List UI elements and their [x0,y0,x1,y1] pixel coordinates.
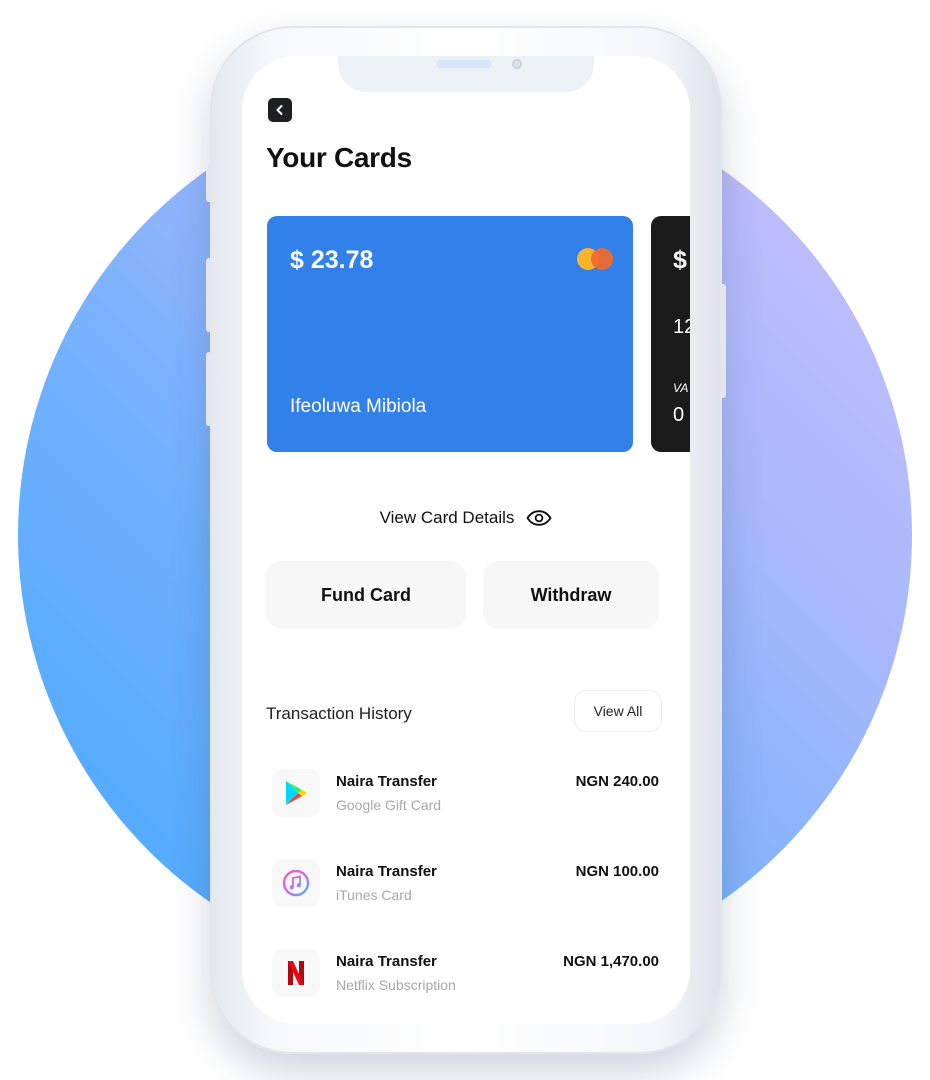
transaction-subtitle: Netflix Subscription [336,977,456,993]
transaction-subtitle: iTunes Card [336,887,412,903]
notch [338,56,594,92]
page-title: Your Cards [266,142,412,173]
card-balance: $ 23.78 [290,246,374,274]
card-secondary[interactable]: $ 12 VA 0 [651,216,690,452]
phone-frame: Your Cards $ 23.78 Ifeoluwa Mibiola $ 12… [206,26,726,1054]
card-valid-value: 0 [673,404,685,426]
volume-up-button [206,258,212,332]
card-number: 12 [673,316,690,338]
card-holder-name: Ifeoluwa Mibiola [290,396,427,417]
app-screen: Your Cards $ 23.78 Ifeoluwa Mibiola $ 12… [242,56,690,1024]
view-all-button[interactable]: View All [574,690,662,732]
fund-card-button[interactable]: Fund Card [266,561,466,629]
transaction-row[interactable]: Naira Transfer Google Gift Card NGN 240.… [272,769,662,819]
transaction-name: Naira Transfer [336,863,437,880]
transaction-amount: NGN 1,470.00 [563,953,659,970]
front-camera [512,59,522,69]
withdraw-button[interactable]: Withdraw [483,561,659,629]
view-card-details-label: View Card Details [379,508,515,527]
transaction-amount: NGN 100.00 [575,863,659,880]
volume-down-button [206,352,212,426]
eye-icon [526,510,552,526]
transaction-name: Naira Transfer [336,953,437,970]
google-play-icon [272,769,320,817]
transaction-name: Naira Transfer [336,773,437,790]
back-button[interactable] [268,98,292,122]
transaction-subtitle: Google Gift Card [336,797,442,813]
speaker [436,60,492,68]
transaction-history-title: Transaction History [266,704,412,723]
card-valid-label: VA [673,381,689,395]
itunes-icon [272,859,320,907]
netflix-icon [272,949,320,997]
card-balance: $ [673,246,687,274]
mastercard-icon [577,248,613,270]
mute-switch [206,166,212,202]
transaction-row[interactable]: Naira Transfer Netflix Subscription NGN … [272,949,662,999]
transaction-amount: NGN 240.00 [575,773,659,790]
view-card-details-link[interactable]: View Card Details [242,508,690,528]
transaction-row[interactable]: Naira Transfer iTunes Card NGN 100.00 [272,859,662,909]
card-primary[interactable]: $ 23.78 Ifeoluwa Mibiola [267,216,633,452]
power-button [720,284,726,398]
chevron-left-icon [276,105,283,115]
